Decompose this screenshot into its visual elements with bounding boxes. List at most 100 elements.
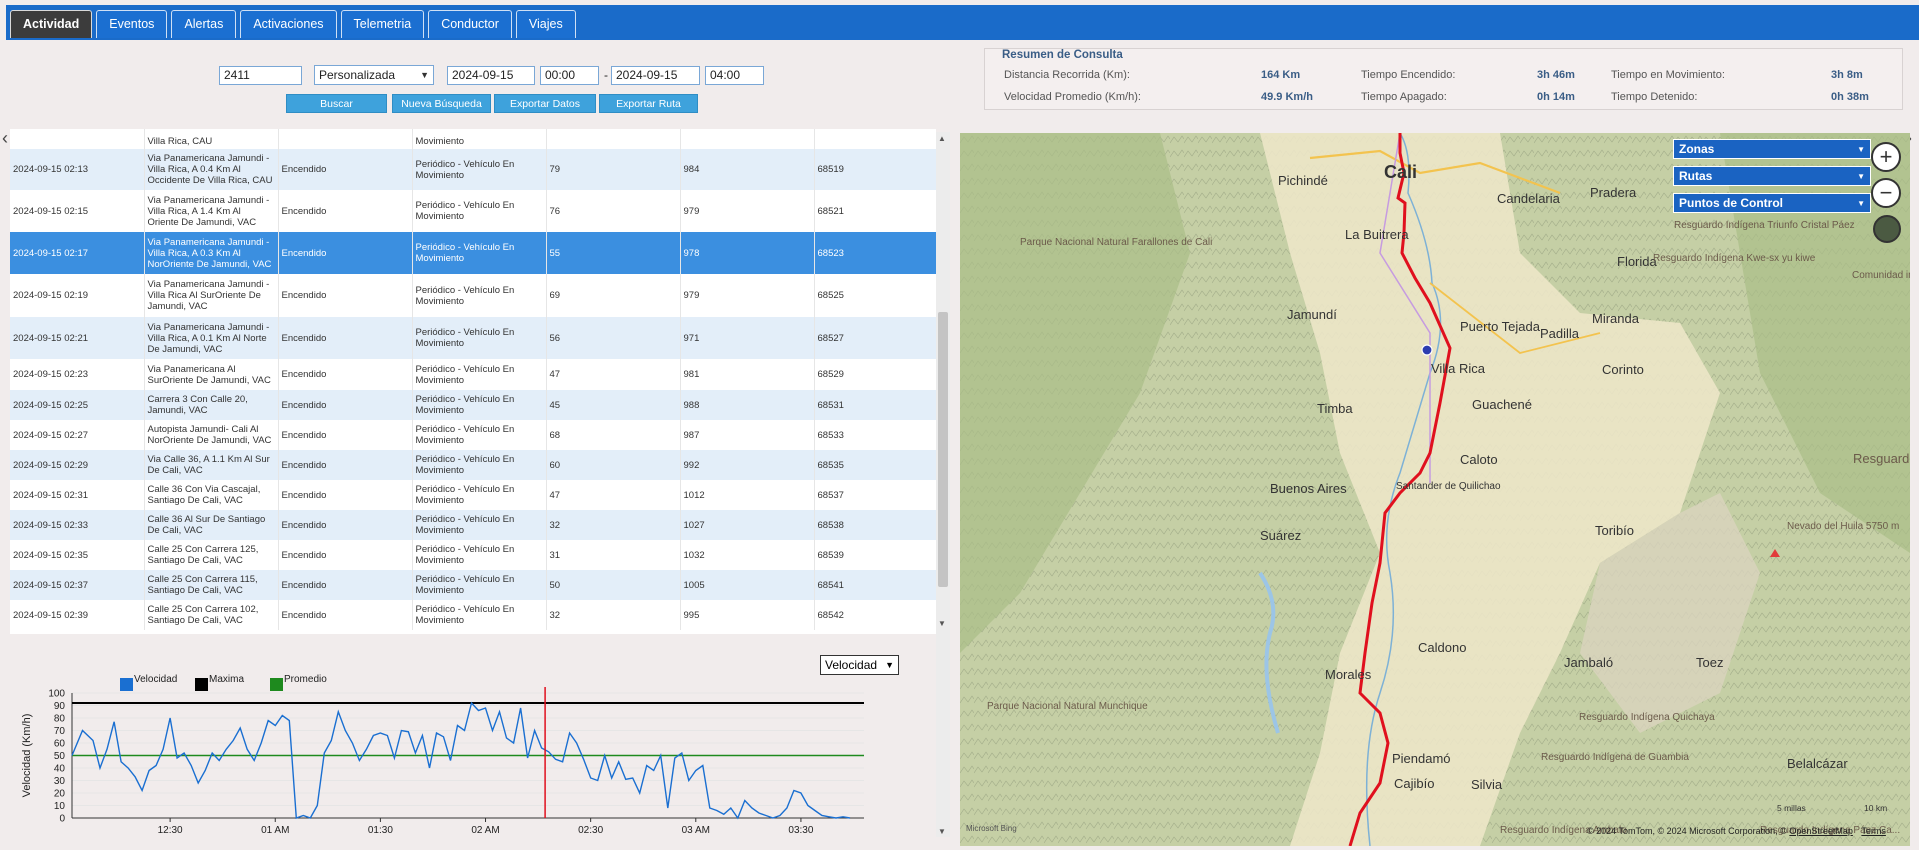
x-tick-label: 03:30	[788, 825, 813, 836]
table-cell-location: Calle 25 Con Carrera 115, Santiago De Ca…	[144, 570, 279, 600]
table-row[interactable]: 2024-09-15 02:37 Calle 25 Con Carrera 115…	[10, 570, 936, 600]
tab-conductor[interactable]: Conductor	[428, 10, 512, 38]
table-cell-location: Calle 25 Con Carrera 125, Santiago De Ca…	[144, 540, 279, 570]
y-tick-label: 100	[48, 689, 65, 700]
page-scroll-down-icon[interactable]: ▼	[938, 827, 946, 836]
table-cell-event: Periódico - Vehículo En Movimiento	[412, 149, 547, 190]
map-place-label: Corinto	[1602, 362, 1644, 377]
table-cell-c6: 1027	[680, 510, 815, 540]
table-row[interactable]: 2024-09-15 02:13 Via Panamericana Jamundi…	[10, 149, 936, 190]
table-cell-status: Encendido	[278, 450, 413, 480]
table-row[interactable]: 2024-09-15 02:33 Calle 36 Al Sur De Santi…	[10, 510, 936, 540]
table-cell-c7: 68525	[814, 274, 936, 317]
table-cell-status: Encendido	[278, 149, 413, 190]
map-place-label: Timba	[1317, 401, 1353, 416]
table-cell-status: Encendido	[278, 390, 413, 420]
new-search-button[interactable]: Nueva Búsqueda	[392, 94, 491, 113]
map-place-label: Suárez	[1260, 528, 1301, 543]
zoom-out-button[interactable]: −	[1871, 178, 1901, 208]
map-place-label: Piendamó	[1392, 751, 1451, 766]
x-tick-label: 01 AM	[261, 825, 289, 836]
table-cell-location: Calle 36 Con Via Cascajal, Santiago De C…	[144, 480, 279, 510]
table-cell-status: Encendido	[278, 480, 413, 510]
route-map[interactable]: Cali Pichindé Candelaria Pradera La Buitrera…	[960, 133, 1910, 846]
vehicle-id-input[interactable]: 2411	[219, 66, 302, 85]
chevron-down-icon: ▼	[1857, 144, 1865, 154]
table-row[interactable]: 2024-09-15 02:19 Via Panamericana Jamundi…	[10, 274, 936, 317]
table-cell-time: 2024-09-15 02:39	[10, 600, 145, 630]
tab-activaciones[interactable]: Activaciones	[240, 10, 337, 38]
table-cell-location: Via Panamericana Jamundi - Villa Rica, A…	[144, 149, 279, 190]
table-cell-event: Periódico - Vehículo En Movimiento	[412, 274, 547, 317]
speed-chart: 0 1020 3040 5060 7080 90100 12:30 01 AM 01:30 02 …	[21, 674, 864, 836]
vehicle-marker[interactable]	[1421, 344, 1433, 356]
scroll-down-icon[interactable]: ▼	[938, 619, 946, 628]
table-cell-event: Periódico - Vehículo En Movimiento	[412, 390, 547, 420]
on-time-value: 3h 46m	[1537, 69, 1575, 81]
map-layer-icon[interactable]	[1873, 215, 1901, 243]
table-cell-c6: 1005	[680, 570, 815, 600]
table-cell-c7: 68541	[814, 570, 936, 600]
table-row[interactable]: 2024-09-15 02:17 Via Panamericana Jamundi…	[10, 232, 936, 274]
table-row[interactable]: 2024-09-15 02:29 Via Calle 36, A 1.1 Km A…	[10, 450, 936, 480]
table-cell-status: Encendido	[278, 232, 413, 274]
export-route-button[interactable]: Exportar Ruta	[599, 94, 698, 113]
osm-link[interactable]: OpenStreetMap	[1789, 826, 1853, 836]
table-cell	[546, 129, 681, 149]
map-place-label: Padilla	[1540, 326, 1580, 341]
table-cell-event: Periódico - Vehículo En Movimiento	[412, 480, 547, 510]
x-tick-label: 12:30	[158, 825, 183, 836]
table-cell-time: 2024-09-15 02:15	[10, 190, 145, 232]
table-row[interactable]: 2024-09-15 02:35 Calle 25 Con Carrera 125…	[10, 540, 936, 570]
tab-telemetria[interactable]: Telemetria	[340, 10, 425, 38]
table-cell-c6: 971	[680, 317, 815, 359]
end-date-input[interactable]: 2024-09-15	[611, 66, 700, 85]
avg-speed-label: Velocidad Promedio (Km/h):	[1004, 91, 1141, 103]
table-row[interactable]: 2024-09-15 02:27 Autopista Jamundi- Cali …	[10, 420, 936, 450]
table-cell-status: Encendido	[278, 317, 413, 359]
top-nav: Actividad Eventos Alertas Activaciones T…	[0, 0, 1919, 40]
table-cell-speed: 60	[546, 450, 681, 480]
map-place-label: Toribío	[1595, 523, 1634, 538]
tab-actividad[interactable]: Actividad	[10, 10, 93, 38]
terms-link[interactable]: Terms	[1861, 826, 1886, 836]
end-time-input[interactable]: 04:00	[705, 66, 764, 85]
map-place-label: Silvia	[1471, 777, 1503, 792]
start-date-input[interactable]: 2024-09-15	[447, 66, 535, 85]
scrollbar-thumb[interactable]	[938, 312, 948, 587]
table-row[interactable]: Villa Rica, CAU Movimiento	[10, 129, 936, 149]
y-tick-label: 0	[59, 814, 65, 825]
table-row[interactable]: 2024-09-15 02:25 Carrera 3 Con Calle 20, …	[10, 390, 936, 420]
search-button[interactable]: Buscar	[286, 94, 387, 113]
y-tick-label: 60	[54, 739, 66, 750]
start-time-input[interactable]: 00:00	[540, 66, 599, 85]
table-row[interactable]: 2024-09-15 02:23 Via Panamericana Al SurO…	[10, 359, 936, 390]
table-row[interactable]: 2024-09-15 02:15 Via Panamericana Jamundi…	[10, 190, 936, 232]
tab-alertas[interactable]: Alertas	[171, 10, 237, 38]
table-cell-event: Periódico - Vehículo En Movimiento	[412, 420, 547, 450]
routes-dropdown[interactable]: Rutas ▼	[1673, 166, 1871, 186]
map-place-label: Morales	[1325, 667, 1372, 682]
table-cell-status: Encendido	[278, 190, 413, 232]
x-tick-label: 01:30	[368, 825, 393, 836]
table-cell-event: Periódico - Vehículo En Movimiento	[412, 510, 547, 540]
collapse-left-icon[interactable]: ‹	[2, 128, 8, 149]
table-cell-c7: 68527	[814, 317, 936, 359]
checkpoints-dropdown[interactable]: Puntos de Control ▼	[1673, 193, 1871, 213]
range-type-select[interactable]: Personalizada ▼	[314, 65, 434, 85]
table-row[interactable]: 2024-09-15 02:31 Calle 36 Con Via Cascaja…	[10, 480, 936, 510]
stopped-time-value: 0h 38m	[1831, 91, 1869, 103]
zones-dropdown[interactable]: Zonas ▼	[1673, 139, 1871, 159]
table-cell-time: 2024-09-15 02:21	[10, 317, 145, 359]
zones-label: Zonas	[1679, 142, 1715, 156]
table-cell-c7: 68535	[814, 450, 936, 480]
summary-title: Resumen de Consulta	[1002, 49, 1123, 61]
zoom-in-button[interactable]: +	[1871, 142, 1901, 172]
tab-eventos[interactable]: Eventos	[96, 10, 168, 38]
table-row[interactable]: 2024-09-15 02:39 Calle 25 Con Carrera 102…	[10, 600, 936, 630]
export-data-button[interactable]: Exportar Datos	[494, 94, 596, 113]
table-row[interactable]: 2024-09-15 02:21 Via Panamericana Jamundi…	[10, 317, 936, 359]
tab-viajes[interactable]: Viajes	[515, 10, 576, 38]
table-scrollbar[interactable]: ▲ ▼ ▼	[936, 132, 950, 837]
scroll-up-icon[interactable]: ▲	[938, 134, 946, 143]
